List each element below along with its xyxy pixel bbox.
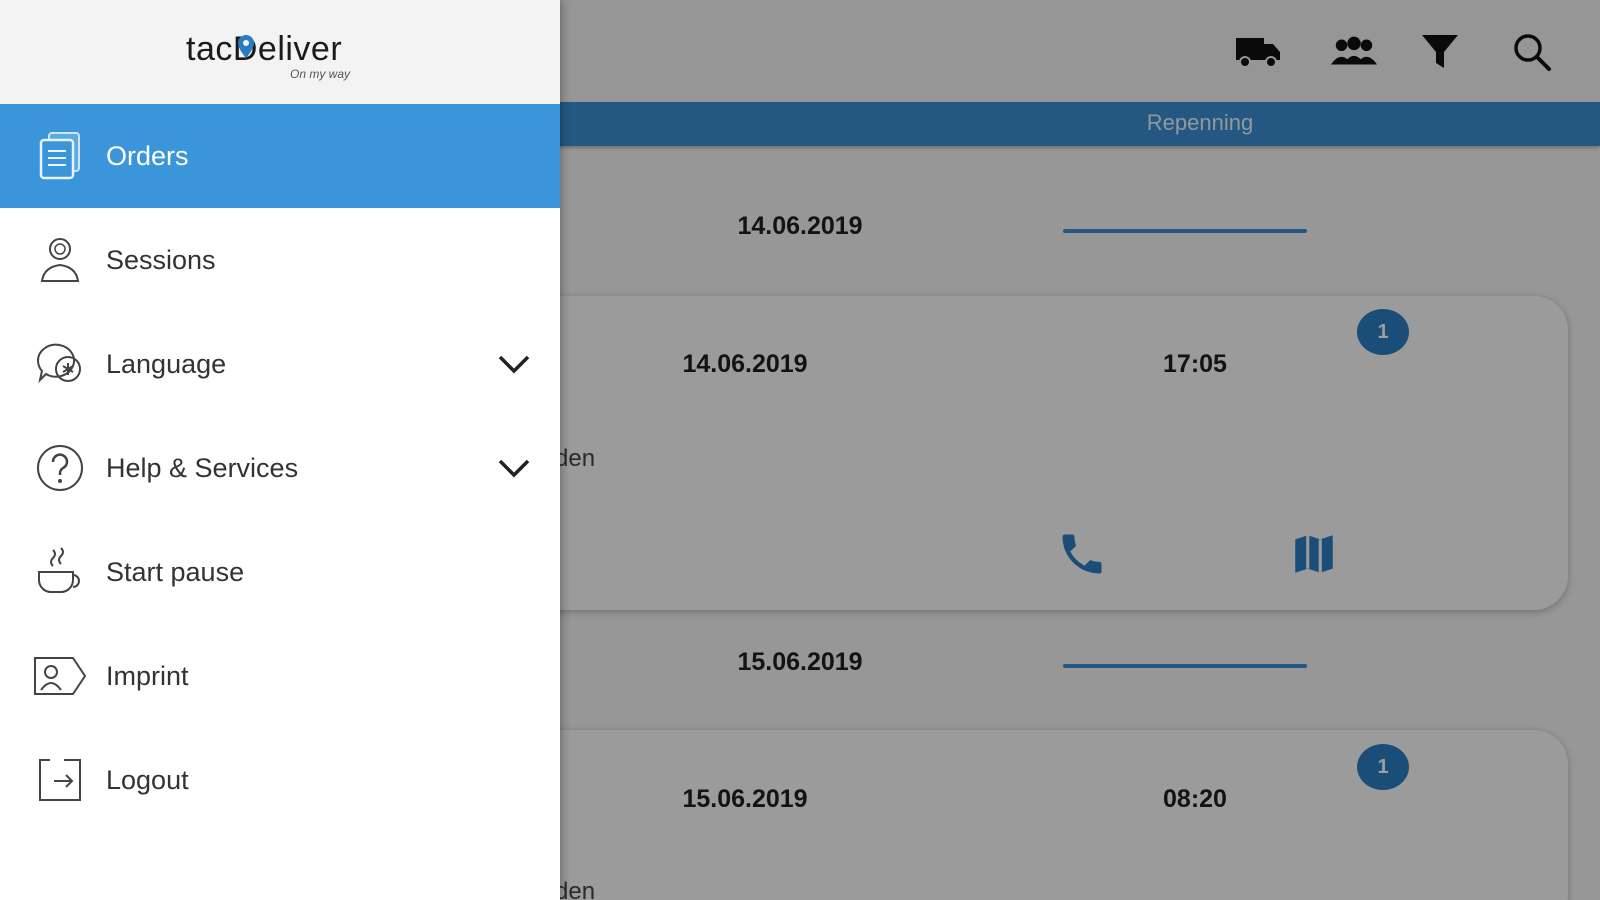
location-pin-icon	[238, 35, 254, 58]
menu-item-help-services[interactable]: Help & Services	[0, 416, 560, 520]
orders-icon	[32, 128, 88, 184]
menu-label: Orders	[106, 140, 189, 171]
menu-label: Imprint	[106, 660, 189, 691]
menu-item-start-pause[interactable]: Start pause	[0, 520, 560, 624]
menu-item-imprint[interactable]: Imprint	[0, 624, 560, 728]
coffee-icon	[32, 544, 88, 600]
tacdeliver-logo: tacDeliver On my way	[186, 30, 386, 86]
menu-label: Logout	[106, 764, 189, 795]
chevron-down-icon[interactable]	[494, 448, 534, 488]
language-icon	[32, 336, 88, 392]
menu-item-language[interactable]: Language	[0, 312, 560, 416]
menu-label: Language	[106, 348, 227, 379]
menu-label: Sessions	[106, 244, 216, 275]
menu-label: Start pause	[106, 556, 245, 587]
menu-item-orders[interactable]: Orders	[0, 104, 560, 208]
navigation-drawer: tacDeliver On my way Orders Sessions Lan…	[0, 0, 560, 900]
imprint-icon	[32, 648, 88, 704]
logout-icon	[32, 752, 88, 808]
user-icon	[32, 232, 88, 288]
menu-label: Help & Services	[106, 452, 299, 483]
logo-tagline: On my way	[290, 67, 351, 81]
menu-item-logout[interactable]: Logout	[0, 728, 560, 832]
menu-item-sessions[interactable]: Sessions	[0, 208, 560, 312]
chevron-down-icon[interactable]	[494, 344, 534, 384]
help-icon	[32, 440, 88, 496]
logo-text: tacDeliver	[186, 30, 343, 68]
drawer-header: tacDeliver On my way	[0, 0, 560, 104]
